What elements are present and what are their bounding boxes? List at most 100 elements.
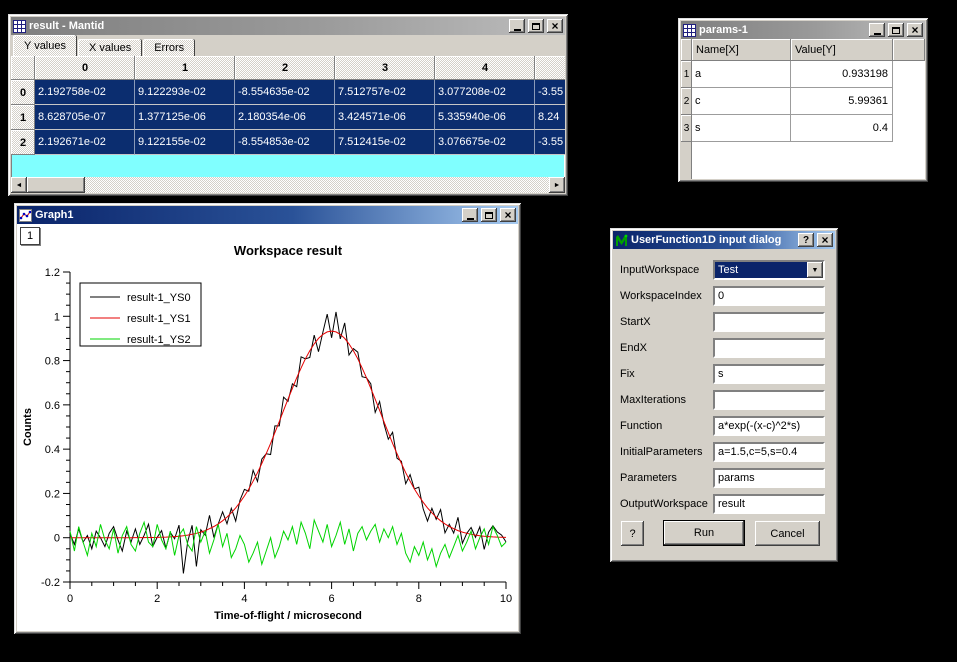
inputworkspace-combobox[interactable]: Test▼ <box>713 260 825 280</box>
graph-titlebar[interactable]: Graph1 × <box>17 206 518 224</box>
parameters-field[interactable] <box>713 468 825 488</box>
workspaceindex-field[interactable] <box>713 286 825 306</box>
table-cell[interactable]: 7.512757e-02 <box>335 80 435 105</box>
table-cell[interactable]: -3.55 <box>535 80 565 105</box>
series-result-1_YS1 <box>70 331 506 538</box>
param-value-cell[interactable]: 5.99361 <box>791 88 893 115</box>
column-header[interactable]: 1 <box>135 56 235 80</box>
row-header[interactable]: 0 <box>11 80 35 105</box>
table-cell[interactable]: 5.335940e-06 <box>435 105 535 130</box>
close-icon: × <box>551 20 558 32</box>
maximize-button[interactable] <box>481 208 497 222</box>
table-cell[interactable]: 9.122293e-02 <box>135 80 235 105</box>
param-name-cell[interactable]: c <box>692 88 791 115</box>
table-cell[interactable]: -3.55 <box>535 130 565 155</box>
minimize-button[interactable] <box>869 23 885 37</box>
minimize-button[interactable] <box>462 208 478 222</box>
y-tick-label: 1.2 <box>45 267 60 279</box>
series-result-1_YS2 <box>70 520 506 567</box>
table-cell[interactable]: -8.554635e-02 <box>235 80 335 105</box>
tab-x-values[interactable]: X values <box>78 39 142 56</box>
table-cell[interactable]: 8.628705e-07 <box>35 105 135 130</box>
column-header[interactable]: 0 <box>35 56 135 80</box>
field-label: EndX <box>620 338 647 358</box>
startx-field[interactable] <box>713 312 825 332</box>
table-row: 02.192758e-029.122293e-02-8.554635e-027.… <box>11 80 565 105</box>
legend-label: result-1_YS1 <box>127 313 191 325</box>
dialog-titlebar[interactable]: UserFunction1D input dialog ? × <box>613 231 835 249</box>
function-field[interactable] <box>713 416 825 436</box>
initialparameters-field[interactable] <box>713 442 825 462</box>
column-header[interactable]: Name[X] <box>692 39 791 61</box>
x-tick-label: 4 <box>241 593 247 605</box>
corner-cell[interactable] <box>11 56 35 80</box>
close-button[interactable]: × <box>547 19 563 33</box>
horizontal-scrollbar[interactable]: ◄ ► <box>11 177 565 193</box>
table-cell[interactable]: 1.377125e-06 <box>135 105 235 130</box>
table-cell[interactable]: 9.122155e-02 <box>135 130 235 155</box>
window-title: UserFunction1D input dialog <box>631 234 795 246</box>
row-header[interactable]: 2 <box>11 130 35 155</box>
table-cell[interactable]: 3.077208e-02 <box>435 80 535 105</box>
question-icon: ? <box>803 235 809 246</box>
table-cell[interactable]: 2.192671e-02 <box>35 130 135 155</box>
dialog-content: InputWorkspaceTest▼WorkspaceIndexStartXE… <box>613 249 835 559</box>
cancel-button[interactable]: Cancel <box>755 521 820 546</box>
params-titlebar[interactable]: params-1 × <box>681 21 925 39</box>
outputworkspace-field[interactable] <box>713 494 825 514</box>
maxiterations-field[interactable] <box>713 390 825 410</box>
close-button[interactable]: × <box>500 208 516 222</box>
column-header[interactable]: Value[Y] <box>791 39 893 61</box>
row-header[interactable]: 3 <box>681 115 692 142</box>
result-titlebar[interactable]: result - Mantid × <box>11 17 565 35</box>
chevron-down-icon[interactable]: ▼ <box>807 262 823 278</box>
tab-y-values[interactable]: Y values <box>13 35 77 56</box>
table-cell[interactable]: 3.424571e-06 <box>335 105 435 130</box>
tab-errors[interactable]: Errors <box>143 39 195 56</box>
row-header[interactable]: 2 <box>681 88 692 115</box>
corner-cell[interactable] <box>681 39 692 61</box>
x-tick-label: 2 <box>154 593 160 605</box>
params-table: Name[X]Value[Y] 1a0.933198 2c5.99361 3s0.4 <box>681 39 925 179</box>
run-button[interactable]: Run <box>663 520 745 546</box>
scroll-right-button[interactable]: ► <box>549 177 565 193</box>
param-value-cell[interactable]: 0.4 <box>791 115 893 142</box>
minimize-button[interactable] <box>509 19 525 33</box>
endx-field[interactable] <box>713 338 825 358</box>
dialog-field-row: StartX <box>620 312 828 332</box>
row-header[interactable]: 1 <box>11 105 35 130</box>
table-cell[interactable]: 2.192758e-02 <box>35 80 135 105</box>
close-icon: × <box>821 234 828 246</box>
maximize-button[interactable] <box>888 23 904 37</box>
table-cell[interactable]: 7.512415e-02 <box>335 130 435 155</box>
close-button[interactable]: × <box>907 23 923 37</box>
table-body: 02.192758e-029.122293e-02-8.554635e-027.… <box>11 80 565 155</box>
help-button-small[interactable]: ? <box>621 521 644 546</box>
row-header[interactable]: 1 <box>681 61 692 88</box>
param-value-cell[interactable]: 0.933198 <box>791 61 893 88</box>
table-cell[interactable]: -8.554853e-02 <box>235 130 335 155</box>
scroll-left-button[interactable]: ◄ <box>11 177 27 193</box>
column-header[interactable]: 3 <box>335 56 435 80</box>
column-header[interactable]: 2 <box>235 56 335 80</box>
param-name-cell[interactable]: a <box>692 61 791 88</box>
table-cell[interactable]: 2.180354e-06 <box>235 105 335 130</box>
maximize-button[interactable] <box>528 19 544 33</box>
table-cell[interactable]: 3.076675e-02 <box>435 130 535 155</box>
table-cell[interactable]: 8.24 <box>535 105 565 130</box>
field-label: InitialParameters <box>620 442 703 462</box>
help-button[interactable]: ? <box>798 233 814 247</box>
close-button[interactable]: × <box>817 233 833 247</box>
y-tick-label: -0.2 <box>41 577 60 589</box>
result-tabbar: Y valuesX valuesErrors <box>11 35 565 56</box>
x-tick-label: 10 <box>500 593 512 605</box>
param-name-cell[interactable]: s <box>692 115 791 142</box>
fix-field[interactable] <box>713 364 825 384</box>
scroll-track[interactable] <box>85 177 549 193</box>
column-header[interactable]: 4 <box>435 56 535 80</box>
scroll-thumb[interactable] <box>27 177 85 193</box>
layer-button[interactable]: 1 <box>20 227 40 245</box>
column-header[interactable]: 5 <box>535 56 565 80</box>
x-tick-label: 8 <box>416 593 422 605</box>
combo-selected-value: Test <box>715 262 807 278</box>
